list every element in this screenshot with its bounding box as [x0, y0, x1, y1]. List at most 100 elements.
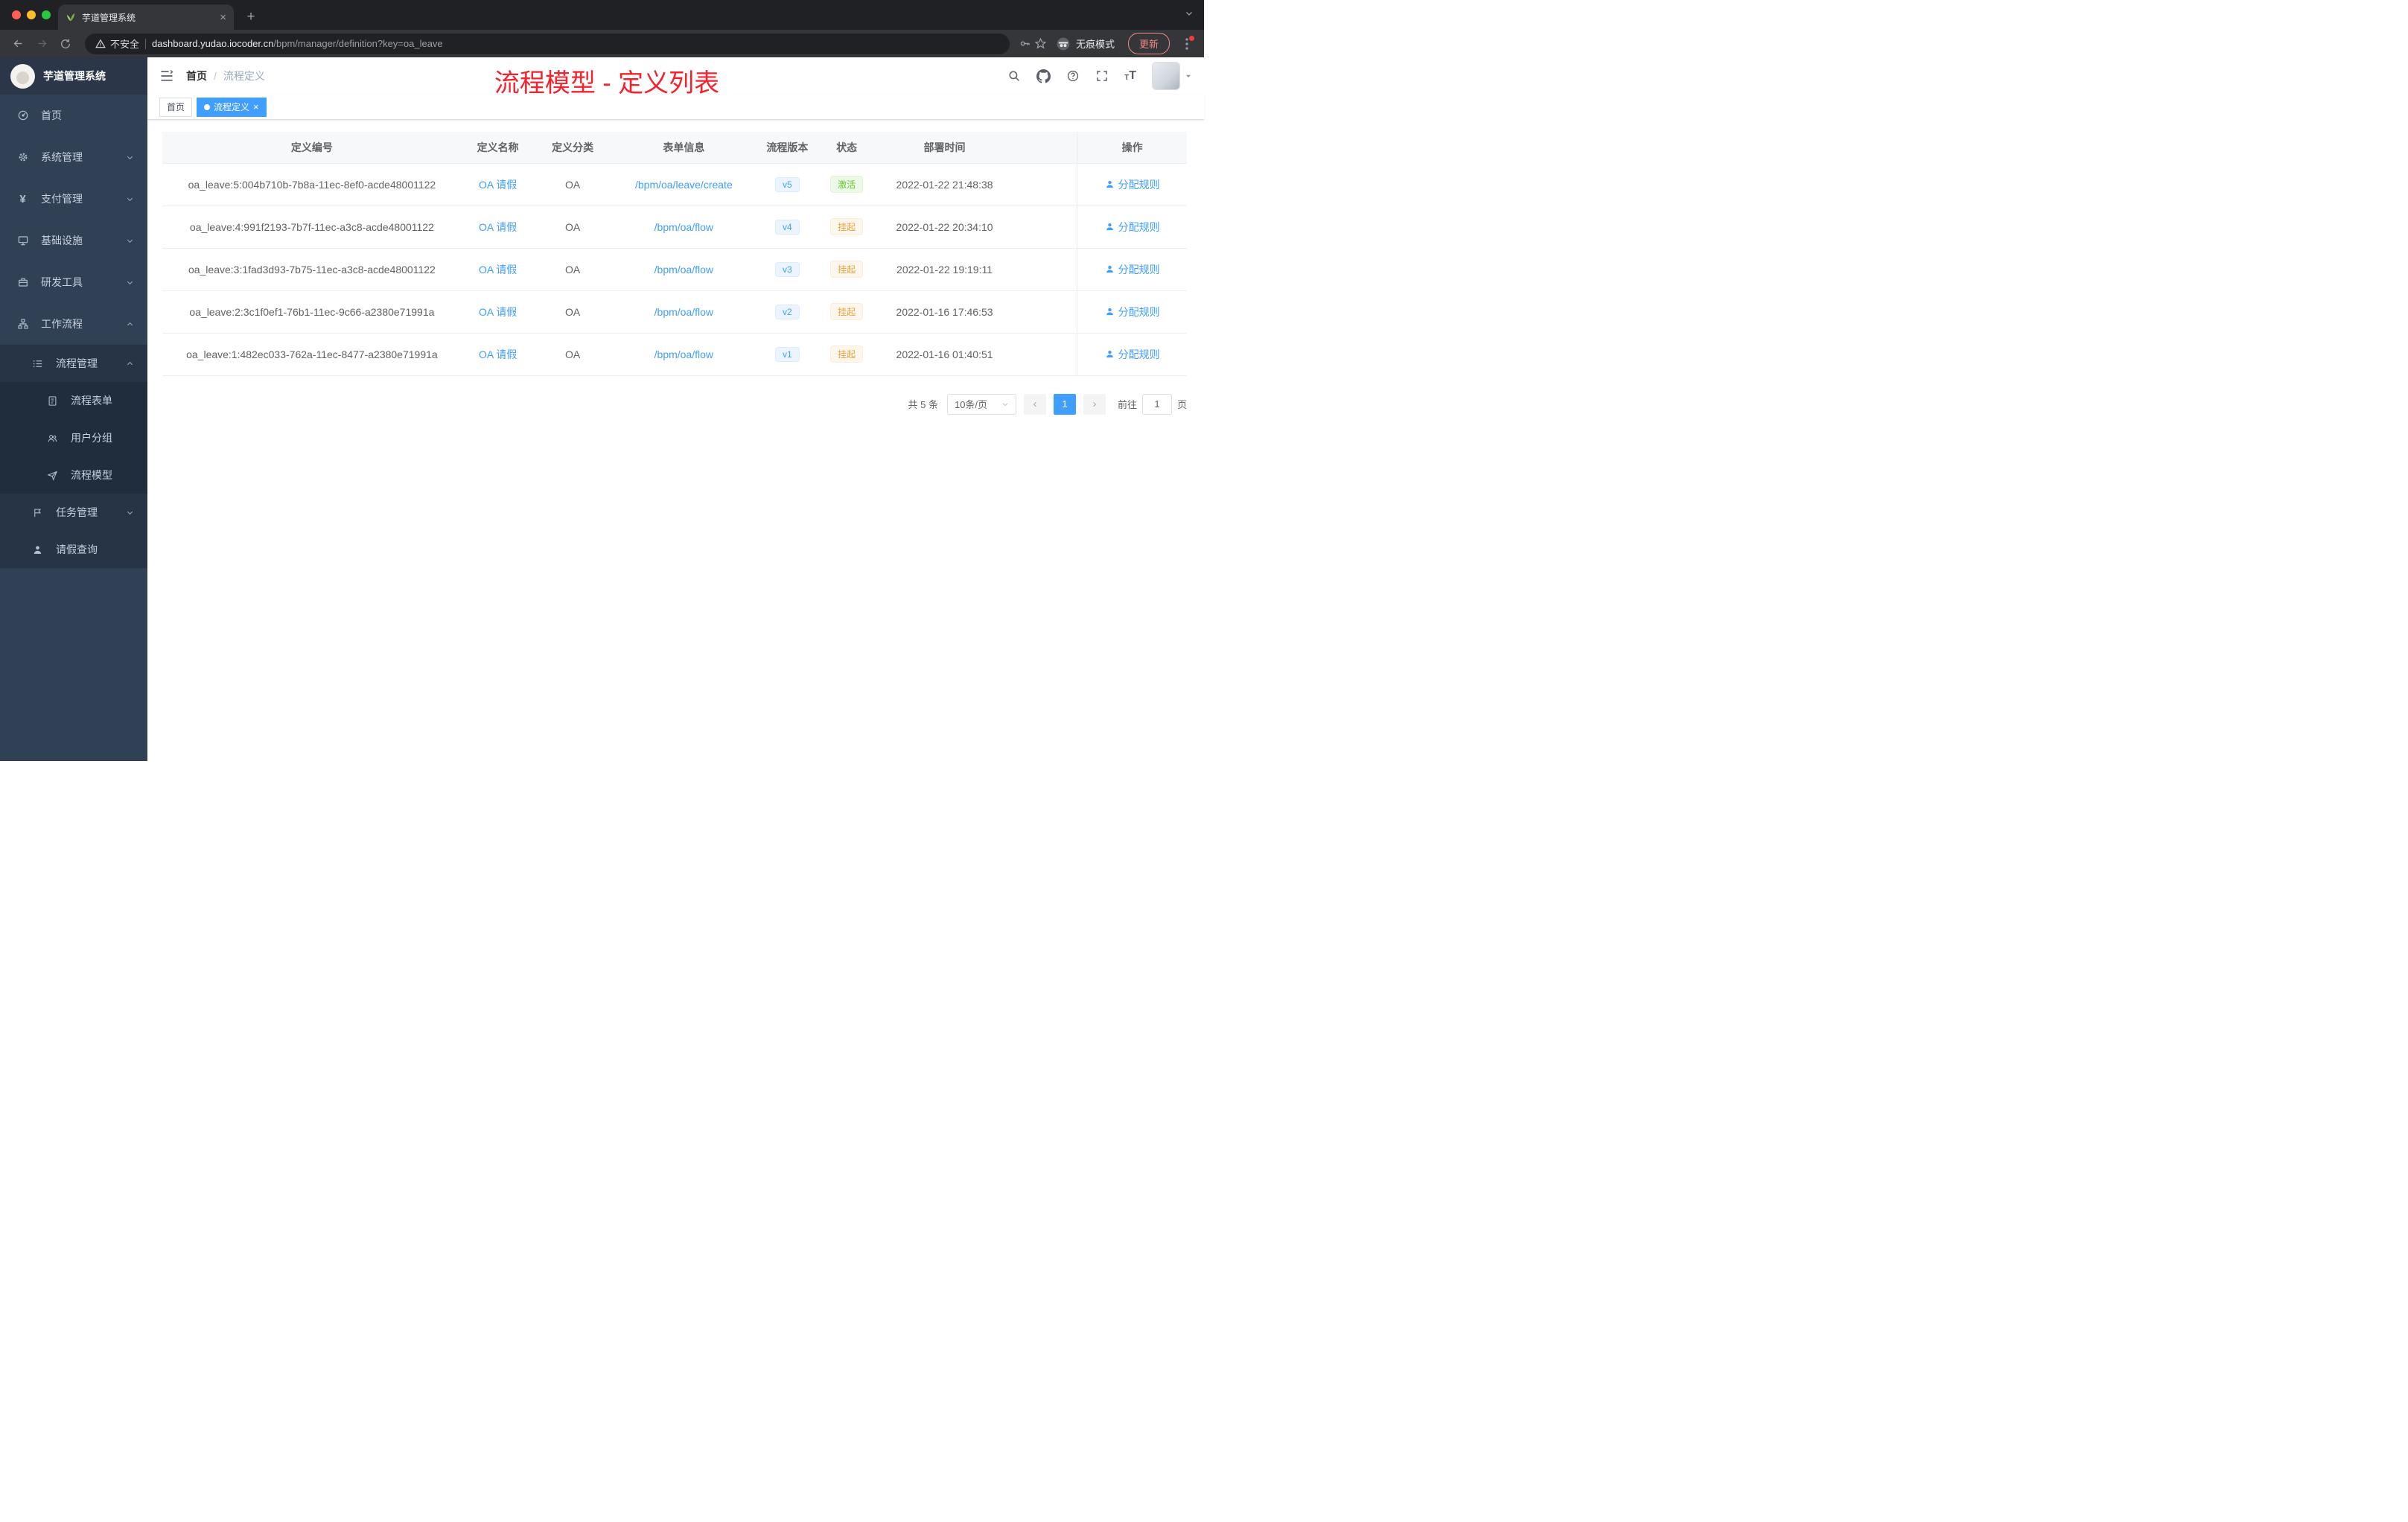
- tag-process-definition[interactable]: 流程定义 ×: [197, 97, 267, 117]
- assign-rule-button[interactable]: 分配规则: [1105, 262, 1160, 277]
- github-icon[interactable]: [1036, 69, 1051, 83]
- list-icon: [31, 358, 44, 369]
- tag-home[interactable]: 首页: [159, 97, 193, 117]
- browser-menu-button[interactable]: [1177, 34, 1197, 54]
- form-info-link[interactable]: /bpm/oa/flow: [654, 264, 713, 276]
- form-info-link[interactable]: /bpm/oa/leave/create: [635, 179, 733, 191]
- forward-button[interactable]: [31, 34, 52, 54]
- form-info-link[interactable]: /bpm/oa/flow: [654, 348, 713, 360]
- password-key-icon[interactable]: [1019, 37, 1031, 50]
- header-definition-category: 定义分类: [534, 132, 611, 164]
- version-tag: v2: [774, 304, 800, 319]
- definition-name-link[interactable]: OA 请假: [479, 264, 517, 276]
- header-status: 状态: [818, 132, 876, 164]
- help-icon[interactable]: [1066, 69, 1080, 83]
- definition-id: oa_leave:1:482ec033-762a-11ec-8477-a2380…: [162, 333, 462, 376]
- maximize-window-button[interactable]: [42, 10, 51, 19]
- assign-rule-button[interactable]: 分配规则: [1105, 220, 1160, 235]
- sidebar-item-label: 流程管理: [56, 357, 98, 369]
- new-tab-button[interactable]: +: [241, 7, 261, 27]
- search-icon[interactable]: [1007, 69, 1021, 83]
- definition-name-link[interactable]: OA 请假: [479, 348, 517, 360]
- form-info-link[interactable]: /bpm/oa/flow: [654, 221, 713, 233]
- page-size-select[interactable]: 10条/页: [946, 393, 1016, 415]
- sidebar-header: 芋道管理系统: [0, 57, 147, 95]
- chevron-down-icon: [126, 237, 134, 245]
- url-host: dashboard.yudao.iocoder.cn: [152, 38, 274, 49]
- sidebar-item-infrastructure[interactable]: 基础设施: [0, 220, 147, 261]
- form-info-link[interactable]: /bpm/oa/flow: [654, 306, 713, 318]
- definition-name-link[interactable]: OA 请假: [479, 221, 517, 233]
- breadcrumb: 首页 / 流程定义: [186, 69, 265, 83]
- filler-cell: [1013, 206, 1077, 249]
- sidebar-item-dev-tools[interactable]: 研发工具: [0, 261, 147, 303]
- user-menu[interactable]: [1152, 62, 1192, 90]
- browser-update-button[interactable]: 更新: [1127, 33, 1170, 54]
- font-size-icon[interactable]: TT: [1124, 70, 1136, 82]
- yen-icon: ¥: [19, 192, 26, 206]
- table-row: oa_leave:1:482ec033-762a-11ec-8477-a2380…: [162, 333, 1187, 376]
- assign-rule-button[interactable]: 分配规则: [1105, 347, 1160, 362]
- tag-label: 流程定义: [214, 102, 250, 112]
- deploy-time: 2022-01-22 21:48:38: [875, 163, 1014, 206]
- sidebar-item-label: 基础设施: [41, 235, 83, 246]
- user-icon: [1106, 223, 1113, 231]
- filler-cell: [1013, 290, 1077, 334]
- caret-down-icon: [1186, 74, 1191, 78]
- tab-search-chevron-icon[interactable]: [1185, 9, 1194, 18]
- user-icon: [1106, 265, 1113, 273]
- sidebar-item-payment[interactable]: ¥ 支付管理: [0, 178, 147, 220]
- status-tag: 挂起: [830, 303, 864, 320]
- tag-close-icon[interactable]: ×: [253, 102, 259, 112]
- definition-name-link[interactable]: OA 请假: [479, 306, 517, 318]
- close-window-button[interactable]: [12, 10, 21, 19]
- next-page-button[interactable]: ›: [1083, 393, 1106, 415]
- sidebar-item-process-form[interactable]: 流程表单: [0, 382, 147, 419]
- tab-close-icon[interactable]: ×: [220, 12, 226, 23]
- reload-button[interactable]: [55, 34, 76, 54]
- version-tag: v1: [774, 346, 800, 362]
- hamburger-icon[interactable]: [159, 69, 174, 83]
- incognito-icon: [1057, 37, 1070, 50]
- status-tag: 激活: [830, 176, 864, 193]
- deploy-time: 2022-01-16 17:46:53: [875, 290, 1014, 334]
- browser-toolbar: 不安全 dashboard.yudao.iocoder.cn/bpm/manag…: [0, 30, 1204, 57]
- goto-page-input[interactable]: [1141, 393, 1172, 415]
- header-definition-id: 定义编号: [162, 132, 462, 164]
- sidebar-item-workflow[interactable]: 工作流程: [0, 303, 147, 345]
- sidebar-item-leave-query[interactable]: 请假查询: [0, 531, 147, 568]
- bookmark-star-icon[interactable]: [1034, 37, 1047, 50]
- deploy-time: 2022-01-22 20:34:10: [875, 206, 1014, 249]
- sidebar-item-system[interactable]: 系统管理: [0, 136, 147, 178]
- sidebar-item-user-group[interactable]: 用户分组: [0, 419, 147, 456]
- site-security-chip[interactable]: 不安全: [95, 36, 139, 51]
- sidebar-item-label: 研发工具: [41, 276, 83, 288]
- page-content: 定义编号 定义名称 定义分类 表单信息 流程版本 状态 部署时间 操作 oa_l…: [147, 120, 1204, 761]
- logo-avatar: [10, 63, 35, 89]
- address-bar[interactable]: 不安全 dashboard.yudao.iocoder.cn/bpm/manag…: [85, 33, 1010, 54]
- process-management-submenu: 流程表单 用户分组 流程模型: [0, 382, 147, 494]
- sidebar-item-process-management[interactable]: 流程管理: [0, 345, 147, 382]
- page-number-current[interactable]: 1: [1053, 393, 1076, 415]
- url-divider: [145, 38, 147, 49]
- avatar[interactable]: [1152, 62, 1180, 90]
- back-button[interactable]: [7, 34, 28, 54]
- goto-label: 前往: [1117, 399, 1137, 410]
- definition-name-link[interactable]: OA 请假: [479, 179, 517, 191]
- sidebar-item-task-management[interactable]: 任务管理: [0, 494, 147, 531]
- sidebar-item-process-model[interactable]: 流程模型: [0, 456, 147, 494]
- assign-rule-button[interactable]: 分配规则: [1105, 177, 1160, 192]
- table-header-row: 定义编号 定义名称 定义分类 表单信息 流程版本 状态 部署时间 操作: [162, 132, 1187, 164]
- breadcrumb-home[interactable]: 首页: [186, 69, 207, 83]
- minimize-window-button[interactable]: [27, 10, 36, 19]
- definition-id: oa_leave:5:004b710b-7b8a-11ec-8ef0-acde4…: [162, 163, 462, 206]
- assign-rule-button[interactable]: 分配规则: [1105, 305, 1160, 319]
- prev-page-button[interactable]: ‹: [1023, 393, 1046, 415]
- sidebar-item-home[interactable]: 首页: [0, 95, 147, 136]
- fullscreen-icon[interactable]: [1095, 69, 1109, 83]
- chevron-down-icon: [126, 195, 134, 203]
- sidebar-item-label: 流程模型: [71, 469, 112, 481]
- browser-tab[interactable]: 芋道管理系统 ×: [58, 4, 234, 30]
- monitor-icon: [16, 235, 29, 246]
- navbar-actions: TT: [1007, 62, 1192, 90]
